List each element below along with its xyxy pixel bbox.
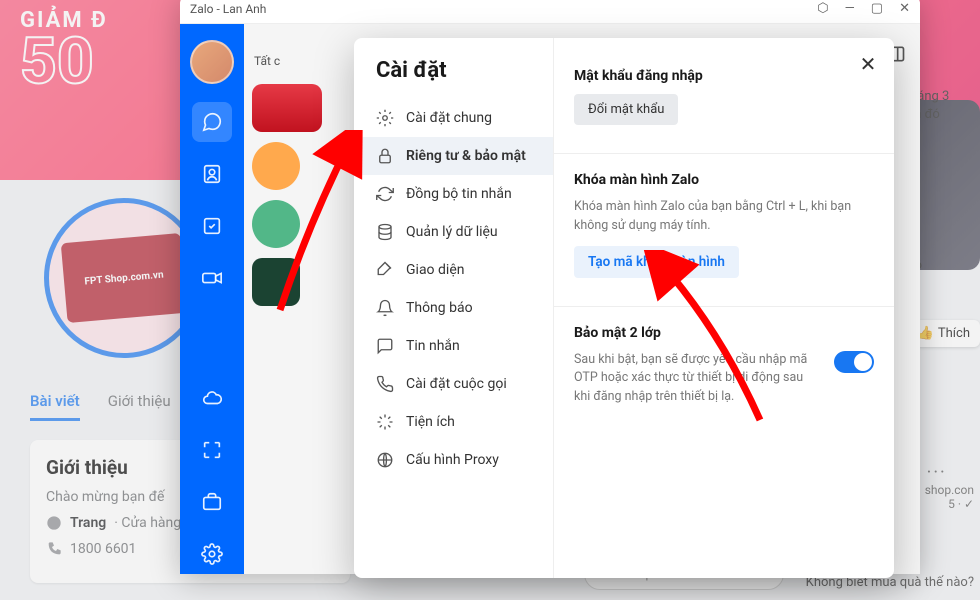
section-password: Mật khẩu đăng nhập Đổi mật khẩu [574, 68, 874, 125]
nav-theme[interactable]: Giao diện [354, 251, 553, 289]
user-avatar[interactable] [190, 40, 234, 84]
gear-icon [376, 109, 394, 127]
window-titlebar: Zalo - Lan Anh ⬡ — ▢ ✕ [180, 0, 920, 24]
section-2fa: Bảo mật 2 lớp Sau khi bật, bạn sẽ được y… [574, 325, 874, 417]
brush-icon [376, 261, 394, 279]
create-lock-code-button[interactable]: Tạo mã khóa màn hình [574, 246, 739, 278]
nav-general-label: Cài đặt chung [406, 110, 492, 126]
briefcase-icon[interactable] [192, 482, 232, 522]
chat-thumbnail-3[interactable] [252, 200, 300, 248]
todo-icon[interactable] [192, 206, 232, 246]
nav-data[interactable]: Quản lý dữ liệu [354, 213, 553, 251]
nav-msg[interactable]: Tin nhắn [354, 327, 553, 365]
sparkle-icon [376, 413, 394, 431]
maximize-icon[interactable]: ▢ [871, 1, 883, 16]
bell-icon [376, 299, 394, 317]
settings-icon[interactable] [192, 534, 232, 574]
minimize-icon[interactable]: — [845, 1, 855, 16]
section-lockscreen: Khóa màn hình Zalo Khóa màn hình Zalo củ… [574, 172, 874, 278]
divider [554, 306, 894, 307]
nav-call-label: Cài đặt cuộc gọi [406, 376, 507, 392]
nav-privacy[interactable]: Riêng tư & bảo mật [354, 137, 553, 175]
lock-icon [376, 147, 394, 165]
proxy-icon [376, 451, 394, 469]
chat-thumbnail-2[interactable] [252, 142, 300, 190]
nav-proxy-label: Cấu hình Proxy [406, 452, 499, 468]
nav-msg-label: Tin nhắn [406, 338, 460, 354]
divider [554, 153, 894, 154]
window-title: Zalo - Lan Anh [190, 2, 266, 16]
settings-title: Cài đặt [354, 58, 553, 99]
chat-thumbnail-1[interactable] [252, 84, 322, 132]
lockscreen-title: Khóa màn hình Zalo [574, 172, 874, 188]
nav-privacy-label: Riêng tư & bảo mật [406, 148, 526, 164]
contacts-icon[interactable] [192, 154, 232, 194]
nav-notif[interactable]: Thông báo [354, 289, 553, 327]
filter-all-label[interactable]: Tất c [254, 54, 280, 68]
settings-modal: Cài đặt Cài đặt chung Riêng tư & bảo mật… [354, 38, 894, 578]
message-icon [376, 337, 394, 355]
password-title: Mật khẩu đăng nhập [574, 68, 874, 84]
nav-theme-label: Giao diện [406, 262, 464, 278]
twofa-desc: Sau khi bật, bạn sẽ được yêu cầu nhập mã… [574, 351, 822, 407]
nav-general[interactable]: Cài đặt chung [354, 99, 553, 137]
cloud-icon[interactable] [192, 378, 232, 418]
nav-call[interactable]: Cài đặt cuộc gọi [354, 365, 553, 403]
twofa-toggle[interactable] [834, 351, 874, 373]
nav-sync-label: Đồng bộ tin nhắn [406, 186, 512, 202]
zalo-window: Zalo - Lan Anh ⬡ — ▢ ✕ Tất c [180, 0, 920, 574]
nav-sync[interactable]: Đồng bộ tin nhắn [354, 175, 553, 213]
zalo-main-area: Tất c Cài đặt Cài đặt chung [244, 24, 920, 574]
chat-icon[interactable] [192, 102, 232, 142]
settings-nav: Cài đặt Cài đặt chung Riêng tư & bảo mật… [354, 38, 554, 578]
twofa-title: Bảo mật 2 lớp [574, 325, 874, 341]
close-icon[interactable]: ✕ [856, 52, 880, 76]
video-icon[interactable] [192, 258, 232, 298]
change-password-button[interactable]: Đổi mật khẩu [574, 94, 678, 125]
nav-proxy[interactable]: Cấu hình Proxy [354, 441, 553, 479]
nav-notif-label: Thông báo [406, 300, 473, 316]
capture-icon[interactable] [192, 430, 232, 470]
sync-icon [376, 185, 394, 203]
phone-icon [376, 375, 394, 393]
lockscreen-desc: Khóa màn hình Zalo của bạn bằng Ctrl + L… [574, 198, 874, 236]
close-window-icon[interactable]: ✕ [899, 1, 910, 16]
nav-util[interactable]: Tiện ích [354, 403, 553, 441]
zalo-sidebar [180, 24, 244, 574]
lock-titlebar-icon[interactable]: ⬡ [817, 1, 828, 16]
settings-content: ✕ Mật khẩu đăng nhập Đổi mật khẩu Khóa m… [554, 38, 894, 578]
database-icon [376, 223, 394, 241]
nav-util-label: Tiện ích [406, 414, 455, 430]
nav-data-label: Quản lý dữ liệu [406, 224, 498, 240]
chat-thumbnail-4[interactable] [252, 258, 300, 306]
